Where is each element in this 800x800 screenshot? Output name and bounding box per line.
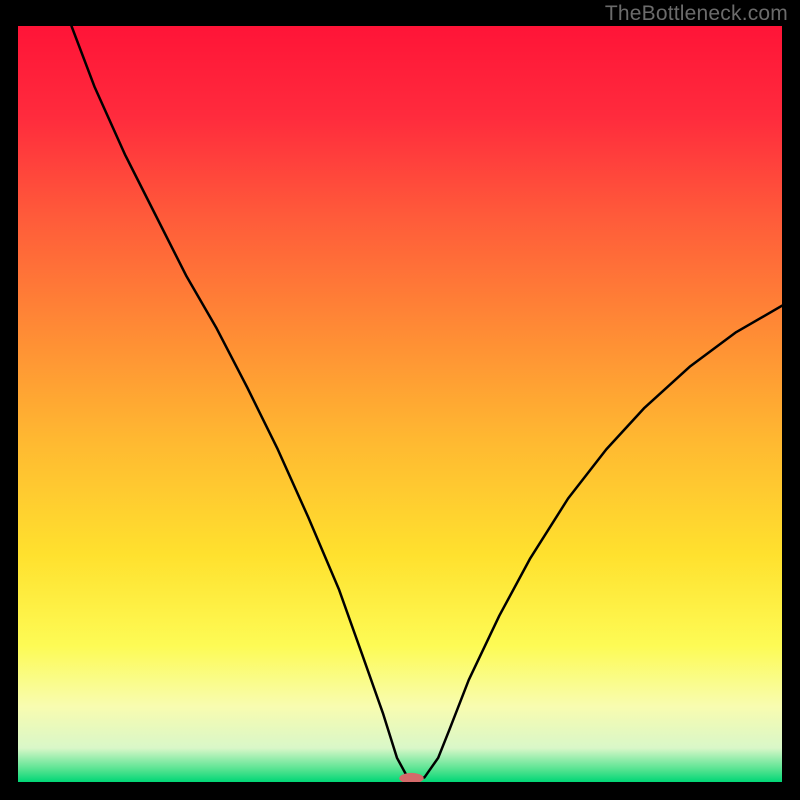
watermark-text: TheBottleneck.com [605, 2, 788, 26]
gradient-background [18, 26, 782, 782]
chart-frame: TheBottleneck.com [0, 0, 800, 800]
chart-svg [18, 26, 782, 782]
plot-area [18, 26, 782, 782]
